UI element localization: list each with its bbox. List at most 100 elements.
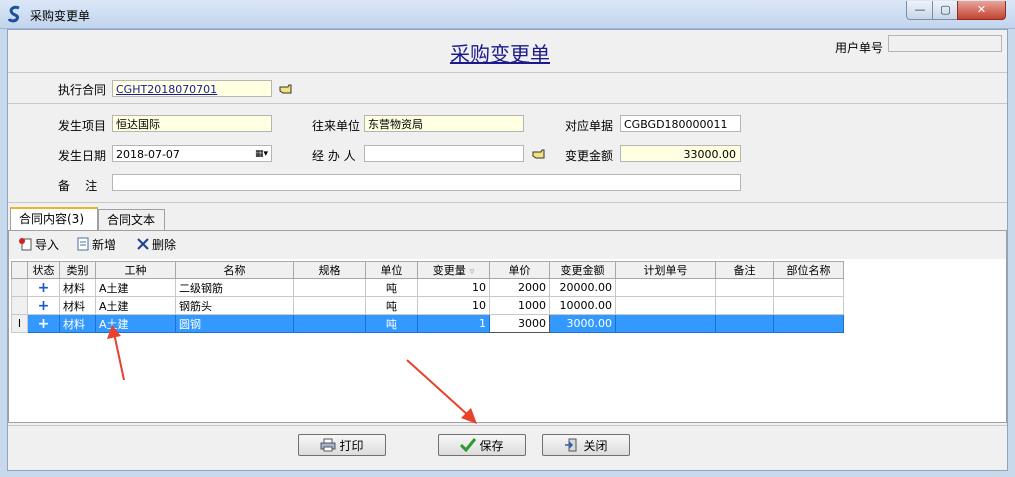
calendar-dropdown-icon[interactable]: ▦▾ bbox=[255, 146, 268, 161]
remark-cell[interactable] bbox=[715, 314, 774, 333]
hand-pointer-icon[interactable] bbox=[279, 83, 295, 95]
save-label: 保存 bbox=[479, 439, 504, 453]
close-button[interactable]: 关闭 bbox=[542, 434, 630, 456]
column-header[interactable]: 名称 bbox=[175, 261, 294, 279]
print-button[interactable]: 打印 bbox=[298, 434, 386, 456]
unit-cell[interactable]: 吨 bbox=[365, 278, 418, 297]
name-cell[interactable]: 钢筋头 bbox=[175, 296, 294, 315]
plan-no-cell[interactable] bbox=[615, 278, 716, 297]
trade-cell[interactable]: A土建 bbox=[95, 278, 176, 297]
ref-field[interactable]: CGBGD180000011 bbox=[620, 115, 741, 132]
spec-cell[interactable] bbox=[293, 278, 366, 297]
delete-label: 删除 bbox=[152, 238, 177, 252]
price-cell-editing[interactable]: 3000 bbox=[489, 314, 550, 333]
amount-cell[interactable]: 3000.00 bbox=[549, 314, 616, 333]
tab-contract-content[interactable]: 合同内容(3) bbox=[10, 207, 98, 230]
checkmark-icon bbox=[460, 438, 477, 452]
column-header-label: 变更量 bbox=[432, 264, 466, 277]
user-doc-field[interactable] bbox=[888, 35, 1002, 52]
ref-label: 对应单据 bbox=[565, 119, 614, 133]
column-header[interactable]: 备注 bbox=[715, 261, 774, 279]
category-cell[interactable]: 材料 bbox=[59, 278, 96, 297]
amount-cell[interactable]: 20000.00 bbox=[549, 278, 616, 297]
add-label: 新增 bbox=[92, 238, 117, 252]
delete-button[interactable]: 删除 bbox=[136, 237, 176, 253]
column-header[interactable]: 类别 bbox=[59, 261, 96, 279]
form-body: 采购变更单 用户单号 执行合同 CGHT2018070701 发生项目 恒达国际… bbox=[7, 29, 1008, 471]
qty-cell[interactable]: 10 bbox=[417, 278, 490, 297]
location-cell[interactable] bbox=[773, 278, 844, 297]
note-field[interactable] bbox=[112, 174, 741, 191]
qty-cell[interactable]: 1 bbox=[417, 314, 490, 333]
price-cell[interactable]: 2000 bbox=[489, 278, 550, 297]
filter-icon[interactable]: ▿ bbox=[470, 267, 475, 277]
note-label: 备 注 bbox=[58, 179, 98, 193]
name-cell[interactable]: 二级钢筋 bbox=[175, 278, 294, 297]
close-label: 关闭 bbox=[583, 439, 608, 453]
plus-status-icon: + bbox=[37, 297, 50, 314]
column-header[interactable]: 单位 bbox=[365, 261, 418, 279]
annotation-arrow bbox=[107, 325, 125, 381]
handler-field[interactable] bbox=[364, 145, 524, 162]
table-row[interactable]: + 材料 A土建 钢筋头 吨 10 1000 10000.00 bbox=[11, 296, 844, 315]
tab-contract-text[interactable]: 合同文本 bbox=[98, 209, 165, 230]
status-cell[interactable]: + bbox=[27, 278, 60, 297]
import-button[interactable]: 导入 bbox=[19, 237, 59, 253]
table-row[interactable]: + 材料 A土建 二级钢筋 吨 10 2000 20000.00 bbox=[11, 278, 844, 297]
row-indicator-header bbox=[11, 261, 28, 279]
project-label: 发生项目 bbox=[58, 119, 107, 133]
table-row-selected[interactable]: I + 材料 A土建 圆钢 吨 1 3000 3000.00 bbox=[11, 314, 844, 333]
unit-cell[interactable]: 吨 bbox=[365, 314, 418, 333]
category-cell[interactable]: 材料 bbox=[59, 314, 96, 333]
qty-cell[interactable]: 10 bbox=[417, 296, 490, 315]
hand-pointer-icon[interactable] bbox=[532, 148, 548, 160]
date-field[interactable]: 2018-07-07 ▦▾ bbox=[112, 145, 272, 162]
row-indicator[interactable] bbox=[11, 278, 28, 297]
contract-field[interactable]: CGHT2018070701 bbox=[112, 80, 272, 97]
column-header[interactable]: 状态 bbox=[27, 261, 60, 279]
column-header[interactable]: 变更金额 bbox=[549, 261, 616, 279]
print-label: 打印 bbox=[339, 439, 364, 453]
unit-cell[interactable]: 吨 bbox=[365, 296, 418, 315]
amount-cell[interactable]: 10000.00 bbox=[549, 296, 616, 315]
user-doc-label: 用户单号 bbox=[835, 41, 884, 55]
delete-x-icon bbox=[137, 238, 149, 250]
plan-no-cell[interactable] bbox=[615, 296, 716, 315]
row-cursor-indicator[interactable]: I bbox=[11, 314, 28, 333]
location-cell[interactable] bbox=[773, 314, 844, 333]
column-header[interactable]: 规格 bbox=[293, 261, 366, 279]
column-header[interactable]: 部位名称 bbox=[773, 261, 844, 279]
plus-status-icon: + bbox=[37, 279, 50, 296]
save-button[interactable]: 保存 bbox=[438, 434, 526, 456]
minimize-button[interactable]: — bbox=[906, 1, 934, 20]
maximize-button[interactable]: ▢ bbox=[932, 1, 959, 20]
trade-cell[interactable]: A土建 bbox=[95, 296, 176, 315]
category-cell[interactable]: 材料 bbox=[59, 296, 96, 315]
status-cell[interactable]: + bbox=[27, 314, 60, 333]
price-cell[interactable]: 1000 bbox=[489, 296, 550, 315]
import-label: 导入 bbox=[35, 238, 60, 252]
plan-no-cell[interactable] bbox=[615, 314, 716, 333]
location-cell[interactable] bbox=[773, 296, 844, 315]
project-field[interactable]: 恒达国际 bbox=[112, 115, 272, 132]
divider bbox=[8, 425, 1007, 426]
date-label: 发生日期 bbox=[58, 149, 107, 163]
name-cell[interactable]: 圆钢 bbox=[175, 314, 294, 333]
spec-cell[interactable] bbox=[293, 314, 366, 333]
remark-cell[interactable] bbox=[715, 296, 774, 315]
spec-cell[interactable] bbox=[293, 296, 366, 315]
column-header[interactable]: 计划单号 bbox=[615, 261, 716, 279]
column-header[interactable]: 工种 bbox=[95, 261, 176, 279]
close-window-button[interactable]: ✕ bbox=[957, 1, 1006, 20]
add-button[interactable]: 新增 bbox=[76, 237, 116, 253]
column-header[interactable]: 单价 bbox=[489, 261, 550, 279]
contract-items-grid: 状态 类别 工种 名称 规格 单位 变更量 ▿ 单价 变更金额 计划单号 备注 部… bbox=[11, 261, 844, 333]
partner-field[interactable]: 东营物资局 bbox=[364, 115, 524, 132]
column-header[interactable]: 变更量 ▿ bbox=[417, 261, 490, 279]
remark-cell[interactable] bbox=[715, 278, 774, 297]
row-indicator[interactable] bbox=[11, 296, 28, 315]
grid-header-row: 状态 类别 工种 名称 规格 单位 变更量 ▿ 单价 变更金额 计划单号 备注 部… bbox=[11, 261, 844, 279]
grid-toolbar: 导入 新增 删除 bbox=[9, 231, 1006, 259]
status-cell[interactable]: + bbox=[27, 296, 60, 315]
amount-field[interactable]: 33000.00 bbox=[620, 145, 741, 162]
